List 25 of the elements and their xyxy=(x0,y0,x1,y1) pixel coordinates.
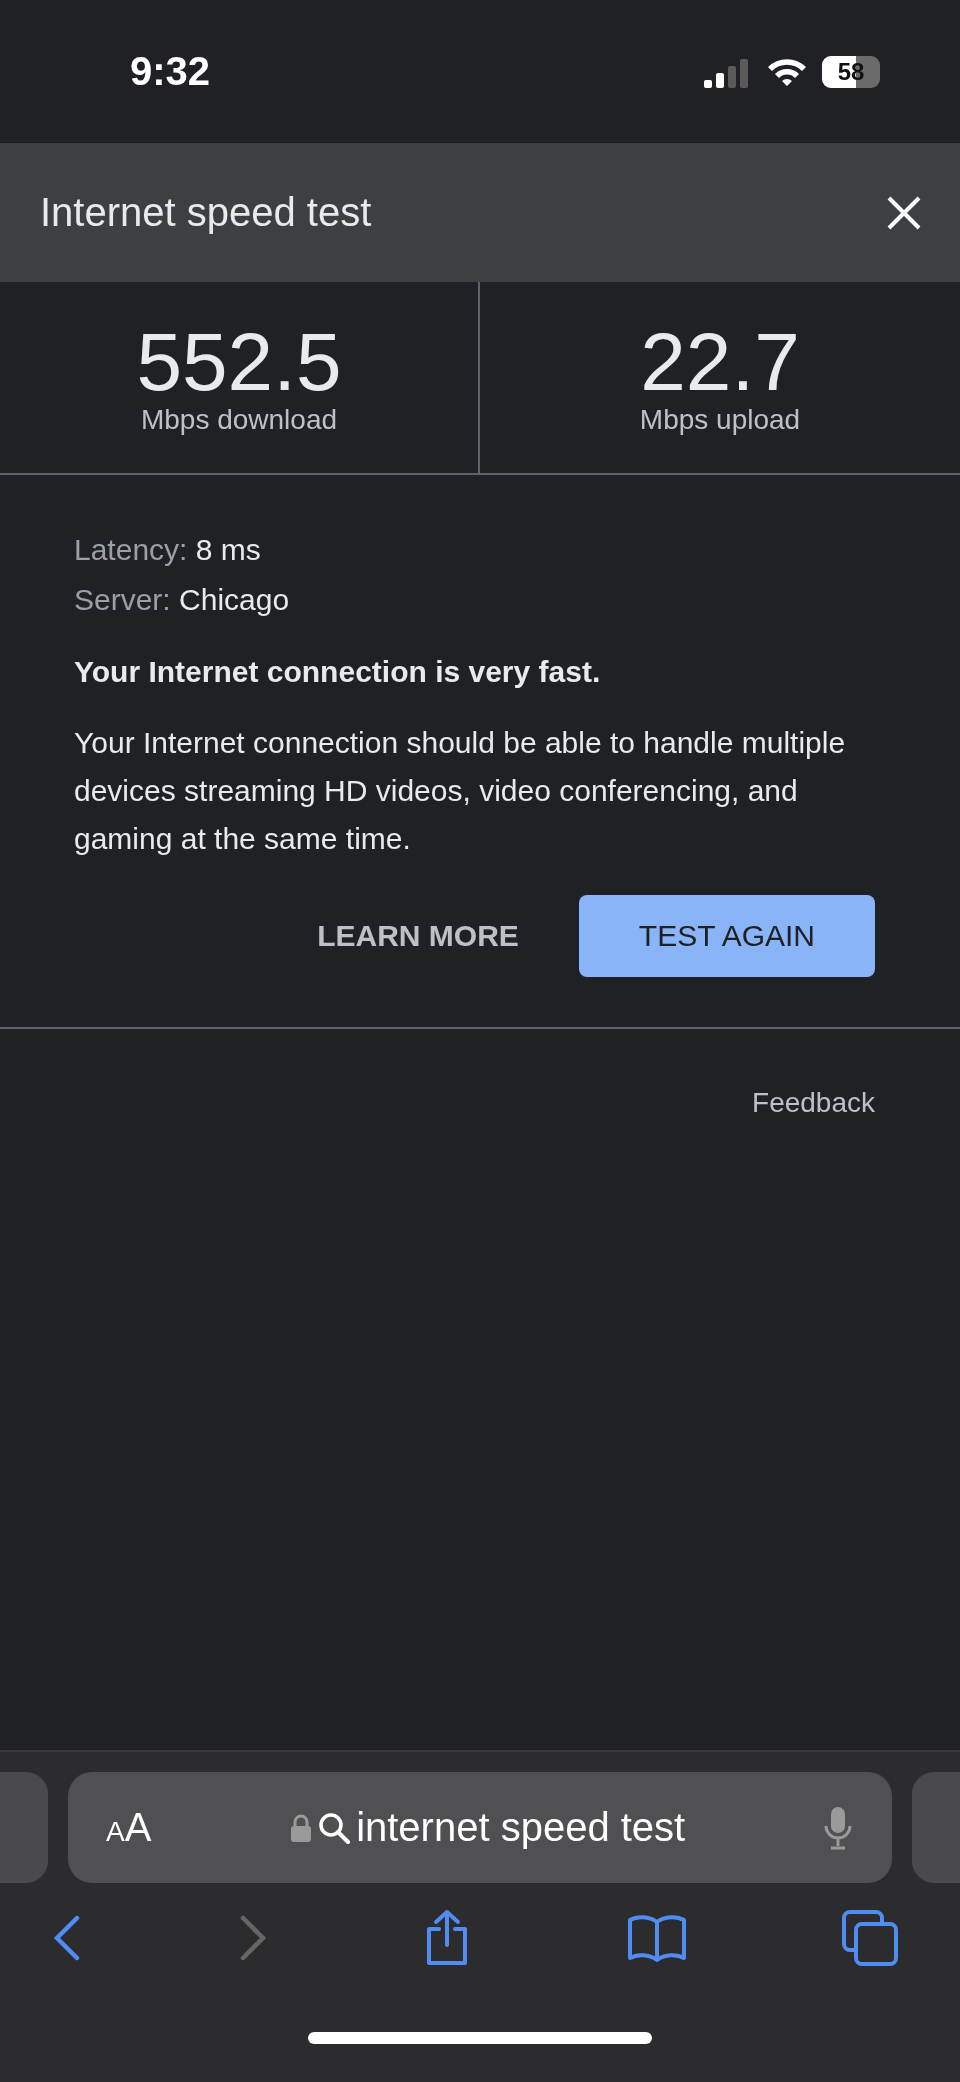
close-button[interactable] xyxy=(886,194,922,231)
speed-value: 22.7 xyxy=(640,319,800,404)
summary-text: Your Internet connection is very fast. xyxy=(74,655,602,689)
lock-icon xyxy=(290,1812,313,1843)
detail-line: Server: Chicago xyxy=(74,582,291,618)
test-again-button[interactable]: TEST AGAIN xyxy=(578,895,875,977)
speed-unit: Mbps download xyxy=(140,403,338,436)
speed-unit: Mbps upload xyxy=(639,403,801,436)
back-button[interactable] xyxy=(52,1915,82,1961)
search-icon xyxy=(318,1811,351,1844)
description-text: Your Internet connection should be able to handle multiple devices streaming HD videos, video conferencing, and gaming at the same time. xyxy=(74,725,847,857)
chevron-left-icon xyxy=(52,1915,82,1961)
header-title: Internet speed test xyxy=(40,190,372,235)
status-time: 9:32 xyxy=(130,49,211,94)
feedback-link[interactable]: Feedback xyxy=(752,1087,875,1119)
microphone-icon[interactable] xyxy=(824,1805,852,1850)
book-icon[interactable] xyxy=(626,1914,687,1962)
speed-value: 552.5 xyxy=(136,319,342,404)
reader-button[interactable]: AA xyxy=(106,1805,152,1850)
learn-more-button[interactable]: LEARN MORE xyxy=(317,895,519,977)
address-bar[interactable]: AA internet speed test xyxy=(68,1772,892,1883)
close-icon xyxy=(886,194,922,231)
detail-line: Latency: 8 ms xyxy=(74,532,262,568)
tabs-icon[interactable] xyxy=(842,1910,898,1966)
address-text: internet speed test xyxy=(356,1805,686,1850)
